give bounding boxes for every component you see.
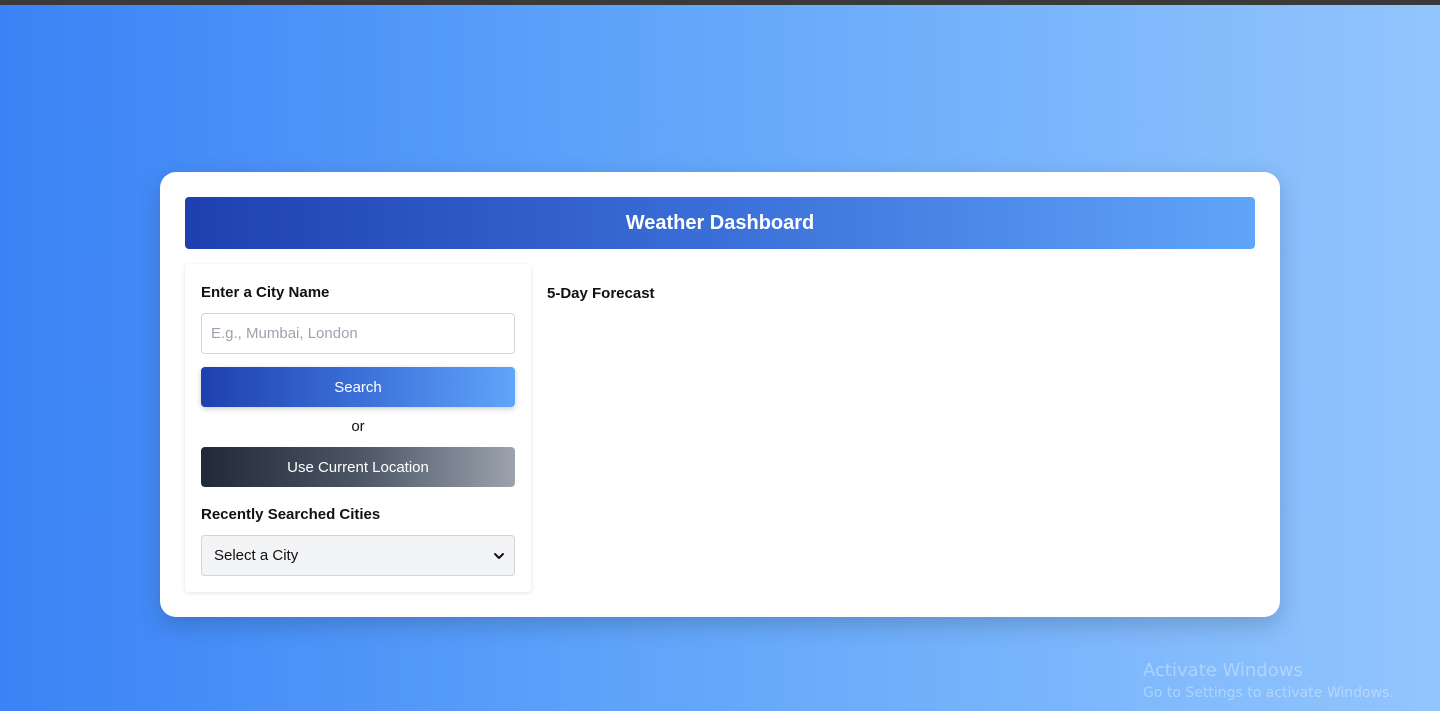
watermark-subtitle: Go to Settings to activate Windows. (1143, 685, 1394, 701)
select-value: Select a City (214, 547, 299, 564)
page-title: Weather Dashboard (625, 211, 815, 234)
recent-cities-label: Recently Searched Cities (201, 506, 381, 523)
recent-cities-select[interactable]: Select a City (201, 535, 515, 576)
windows-activation-watermark: Activate Windows Go to Settings to activ… (1143, 660, 1394, 701)
chevron-down-icon (492, 549, 506, 563)
watermark-title: Activate Windows (1143, 660, 1303, 681)
search-button[interactable]: Search (201, 367, 515, 407)
search-panel: Enter a City Name Search or Use Current … (185, 264, 531, 592)
or-separator: or (351, 418, 365, 435)
dashboard-header: Weather Dashboard (185, 197, 1255, 249)
dashboard-card: Weather Dashboard Enter a City Name Sear… (160, 172, 1280, 617)
use-current-location-button[interactable]: Use Current Location (201, 447, 515, 487)
forecast-heading: 5-Day Forecast (547, 285, 655, 302)
city-search-input[interactable] (201, 313, 515, 354)
browser-top-edge (0, 0, 1440, 5)
city-name-label: Enter a City Name (201, 284, 330, 301)
